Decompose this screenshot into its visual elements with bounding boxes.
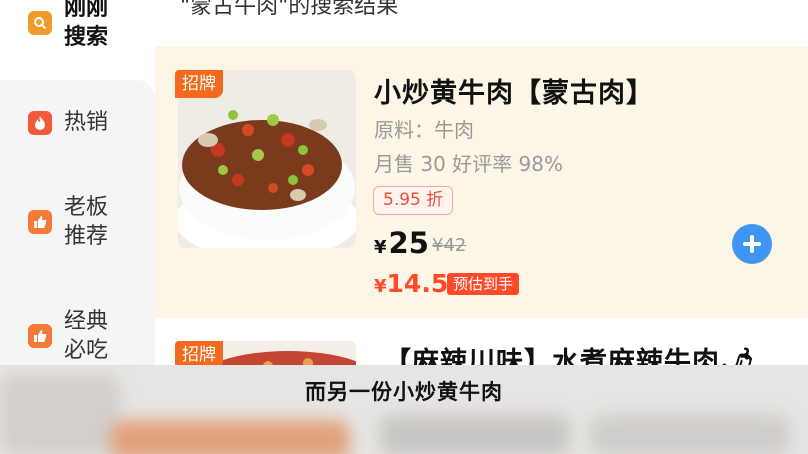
estimated-price-value: 14.5 [386, 269, 449, 298]
price-value: 25 [388, 226, 429, 260]
sidebar-item-classic-must-eat[interactable]: 经典 必吃 [28, 307, 108, 365]
sidebar-item-hot-sale[interactable]: 热销 [28, 108, 108, 137]
dish-price: ¥25 [374, 226, 429, 260]
sidebar-item-label: 热销 [64, 110, 109, 135]
sidebar-item-recent-search[interactable]: 刚刚 搜索 [28, 0, 108, 52]
search-icon [28, 11, 52, 35]
discount-badge: 5.95 折 [373, 186, 454, 215]
video-subtitle: 而另一份小炒黄牛肉 [305, 380, 503, 404]
signature-tag: 招牌 [175, 70, 223, 98]
add-to-cart-button[interactable] [732, 224, 772, 264]
dish-name[interactable]: 小炒黄牛肉【蒙古肉】 [374, 71, 654, 110]
currency-symbol: ¥ [374, 237, 387, 258]
dish-sales-rating: 月售 30 好评率 98% [374, 152, 563, 176]
estimated-price: ¥14.5 [374, 269, 448, 298]
sidebar-item-boss-recommend[interactable]: 老板 推荐 [28, 193, 108, 251]
estimated-price-label: 预估到手 [447, 273, 520, 295]
search-results-title: "蒙古牛肉"的搜索结果 [180, 0, 399, 19]
currency-symbol: ¥ [374, 276, 387, 297]
thumbs-up-icon [28, 210, 52, 234]
sidebar-item-label: 经典 必吃 [64, 309, 109, 363]
sidebar-item-label: 老板 推荐 [64, 195, 109, 249]
flame-icon [28, 110, 52, 135]
plus-icon [743, 235, 761, 253]
original-price: ¥42 [432, 235, 467, 256]
dish-ingredient: 原料：牛肉 [374, 118, 474, 142]
sidebar-item-label: 刚刚 搜索 [64, 0, 109, 50]
thumbs-up-icon [28, 324, 52, 348]
